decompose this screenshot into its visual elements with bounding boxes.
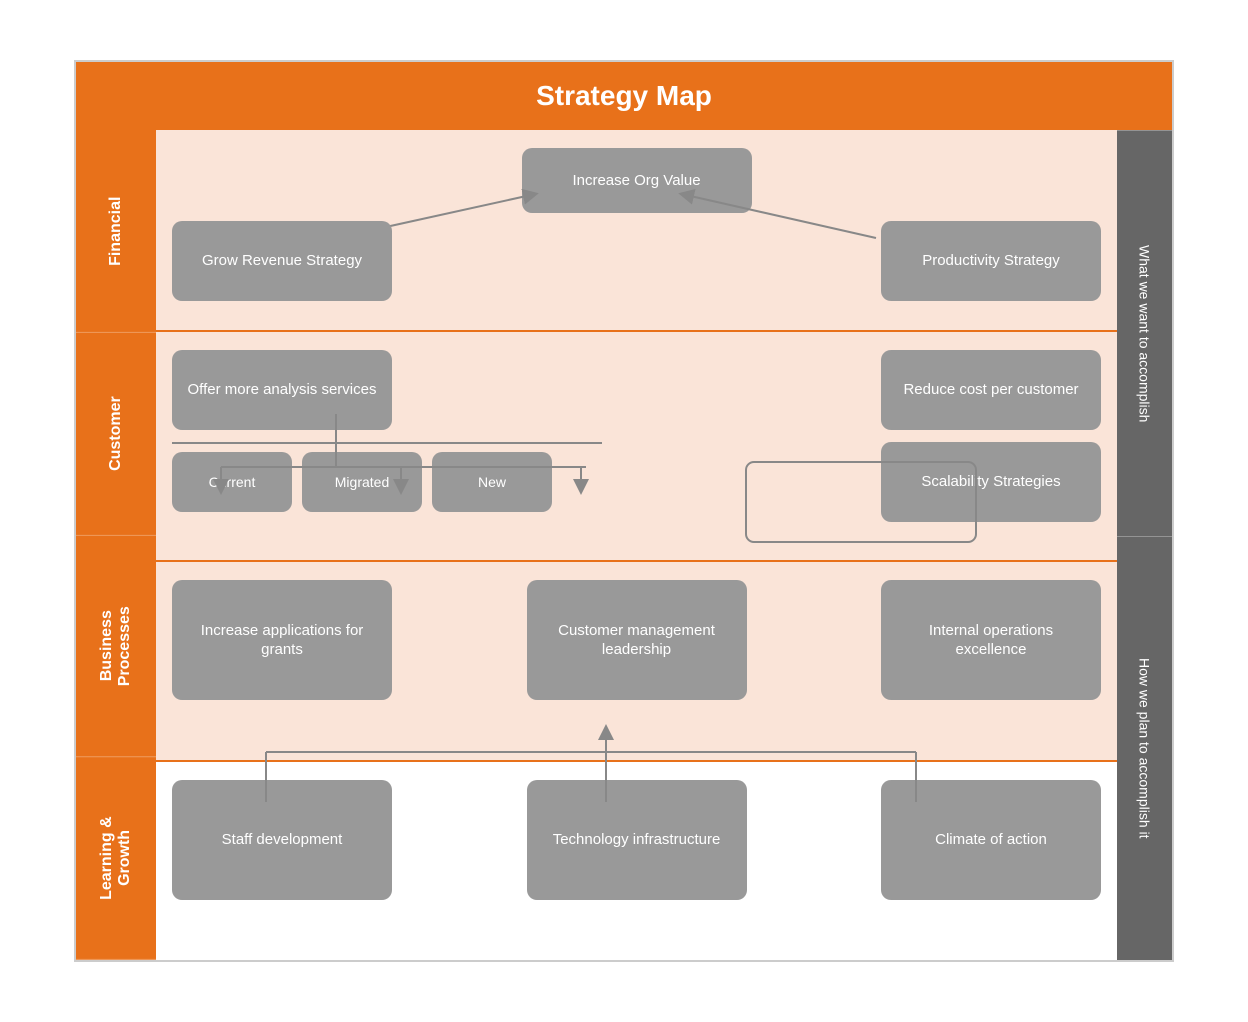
outer-layout: Financial Customer BusinessProcesses Lea… <box>76 130 1172 960</box>
label-financial: Financial <box>76 130 156 333</box>
scalability-node: Scalability Strategies <box>881 442 1101 522</box>
label-business: BusinessProcesses <box>76 536 156 757</box>
customer-row: Offer more analysis services Reduce cost… <box>156 330 1117 560</box>
increase-org-value-node: Increase Org Value <box>522 148 752 213</box>
customer-management-node: Customer management leadership <box>527 580 747 700</box>
new-node: New <box>432 452 552 512</box>
customer-small-nodes: Current Migrated New <box>172 452 552 512</box>
customer-top: Offer more analysis services Reduce cost… <box>172 350 1101 430</box>
offer-analysis-node: Offer more analysis services <box>172 350 392 430</box>
label-learning: Learning &Growth <box>76 757 156 960</box>
staff-development-node: Staff development <box>172 780 392 900</box>
financial-row: Increase Org Value Grow Revenue Strategy… <box>156 130 1117 330</box>
customer-bottom-right: Scalability Strategies <box>881 442 1101 522</box>
strategy-map: Strategy Map Financial Customer Business… <box>74 60 1174 962</box>
left-sidebar: Financial Customer BusinessProcesses Lea… <box>76 130 156 960</box>
current-node: Current <box>172 452 292 512</box>
financial-top: Increase Org Value <box>522 148 752 213</box>
customer-divider <box>172 442 602 444</box>
customer-bottom: Current Migrated New Scalability Strateg… <box>172 442 1101 522</box>
increase-applications-node: Increase applications for grants <box>172 580 392 700</box>
page-title: Strategy Map <box>76 80 1172 112</box>
migrated-node: Migrated <box>302 452 422 512</box>
internal-operations-node: Internal operations excellence <box>881 580 1101 700</box>
main-content: Increase Org Value Grow Revenue Strategy… <box>156 130 1117 960</box>
financial-bottom: Grow Revenue Strategy Productivity Strat… <box>172 221 1101 301</box>
label-customer: Customer <box>76 333 156 536</box>
grow-revenue-node: Grow Revenue Strategy <box>172 221 392 301</box>
technology-infrastructure-node: Technology infrastructure <box>527 780 747 900</box>
climate-of-action-node: Climate of action <box>881 780 1101 900</box>
customer-bottom-left: Current Migrated New <box>172 442 602 512</box>
productivity-strategy-node: Productivity Strategy <box>881 221 1101 301</box>
title-bar: Strategy Map <box>76 62 1172 130</box>
business-layout: Increase applications for grants Custome… <box>172 580 1101 700</box>
learning-row: Staff development Technology infrastruct… <box>156 760 1117 960</box>
right-sidebar: What we want to accomplish How we plan t… <box>1117 130 1172 960</box>
business-row: Increase applications for grants Custome… <box>156 560 1117 760</box>
right-label-top: What we want to accomplish <box>1117 130 1172 536</box>
right-label-bottom: How we plan to accomplish it <box>1117 536 1172 960</box>
learning-layout: Staff development Technology infrastruct… <box>172 780 1101 900</box>
reduce-cost-node: Reduce cost per customer <box>881 350 1101 430</box>
financial-layout: Increase Org Value Grow Revenue Strategy… <box>172 148 1101 301</box>
